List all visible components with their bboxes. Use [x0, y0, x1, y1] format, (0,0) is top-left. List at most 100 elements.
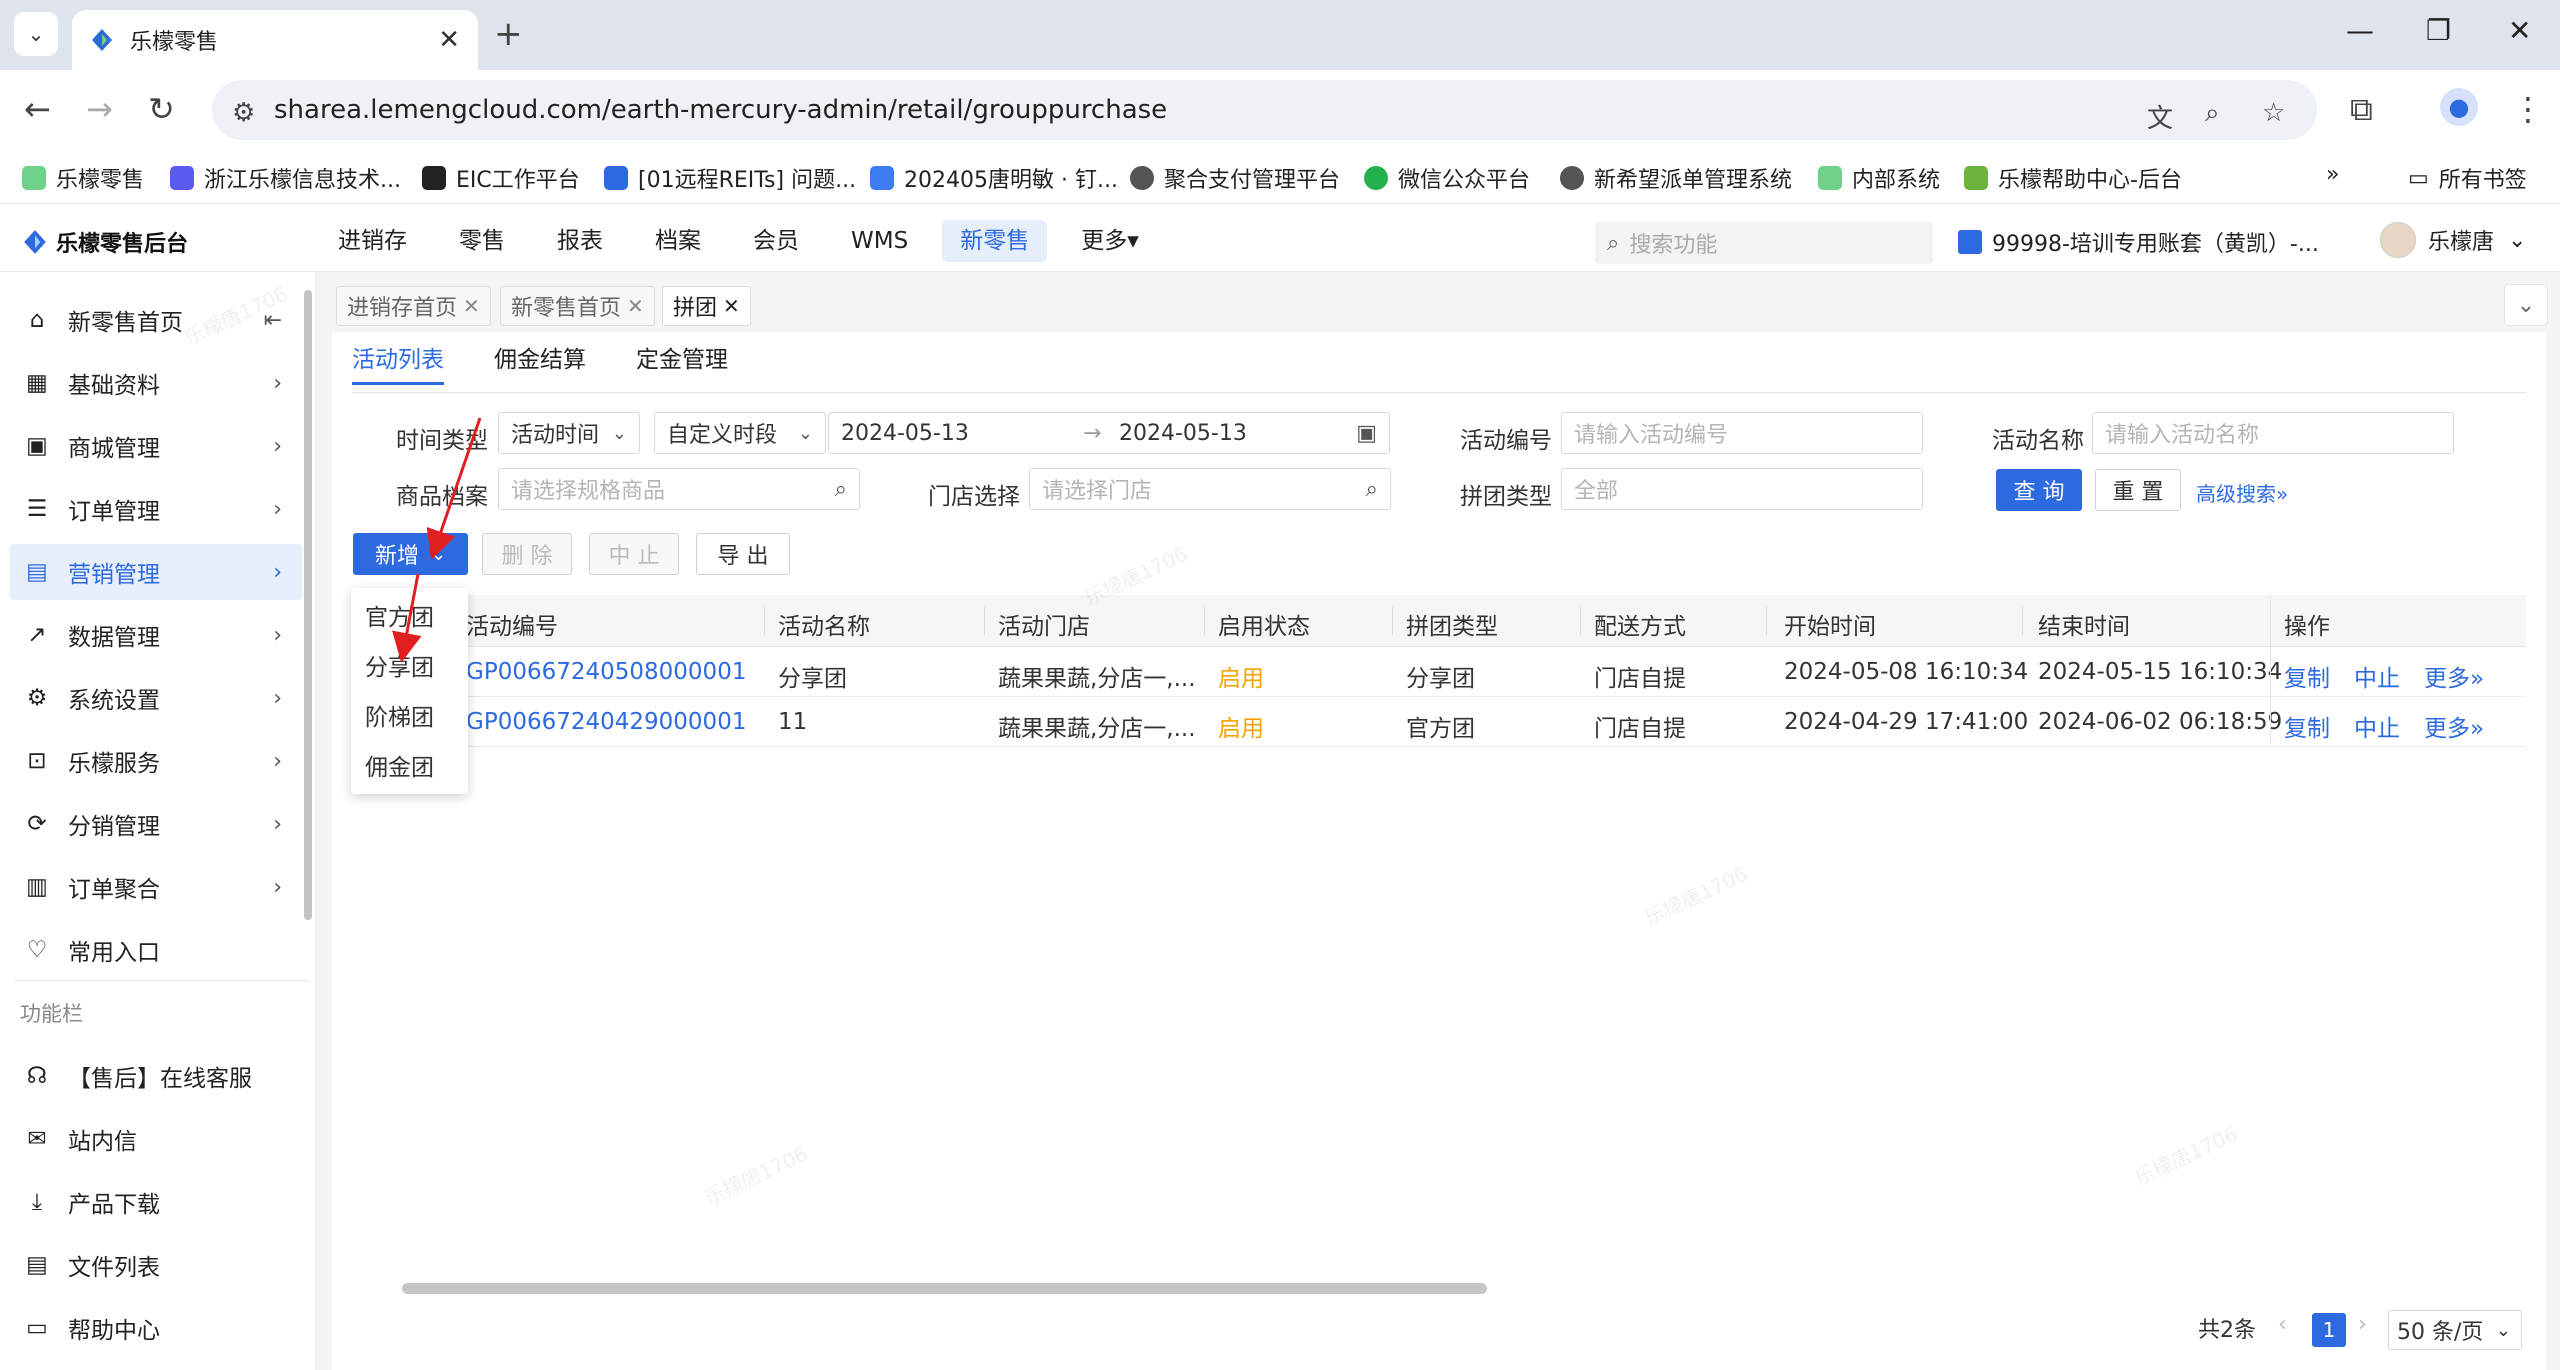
copy-link[interactable]: 复制 [2284, 659, 2330, 693]
tab-search-button[interactable]: ⌄ [14, 12, 58, 56]
bookmark-item[interactable]: EIC工作平台 [422, 162, 580, 194]
sidebar-scrollbar[interactable] [304, 290, 312, 920]
collapse-sidebar-icon[interactable]: ⇤ [264, 308, 282, 333]
tab-activity-list[interactable]: 活动列表 [352, 340, 444, 385]
bookmark-item[interactable]: 浙江乐檬信息技术... [170, 162, 401, 194]
table-row[interactable]: GP00667240429000001 11 蔬果果蔬,分店一,... 启用 官… [466, 697, 2526, 747]
all-bookmarks-button[interactable]: ▭ 所有书签 [2408, 162, 2527, 194]
sidebar-item-favorites[interactable]: ♡ 常用入口 [10, 922, 302, 978]
page-size-select[interactable]: 50 条/页 ⌄ [2388, 1310, 2522, 1350]
period-select[interactable]: 自定义时段 ⌄ [654, 412, 826, 454]
add-button[interactable]: 新增 ⌄ [353, 533, 468, 575]
activity-name-input[interactable]: 请输入活动名称 [2092, 412, 2454, 454]
more-link[interactable]: 更多» [2424, 659, 2484, 693]
stop-button[interactable]: 中 止 [589, 533, 679, 575]
extensions-icon[interactable]: ⧉ [2350, 90, 2373, 129]
window-close-icon[interactable]: ✕ [2508, 14, 2531, 47]
tab-deposit[interactable]: 定金管理 [636, 340, 728, 385]
menu-item-share-group[interactable]: 分享团 [365, 648, 434, 682]
restore-icon[interactable]: ❐ [2426, 14, 2451, 47]
back-icon[interactable]: ← [24, 90, 51, 128]
more-link[interactable]: 更多» [2424, 709, 2484, 743]
sidebar-item-distribution[interactable]: ⟳ 分销管理 › [10, 796, 302, 852]
sidebar-tool-support[interactable]: ☊ 【售后】在线客服 [10, 1048, 302, 1104]
advanced-search-link[interactable]: 高级搜索» [2196, 478, 2288, 507]
reset-button[interactable]: 重 置 [2095, 469, 2181, 511]
bookmark-item[interactable]: [01远程REITs] 问题... [604, 162, 856, 194]
user-menu[interactable]: 乐檬唐 ⌄ [2380, 222, 2526, 258]
sidebar-item-orders[interactable]: ☰ 订单管理 › [10, 481, 302, 537]
tag-group-purchase[interactable]: 拼团 ✕ [662, 286, 751, 326]
bookmark-item[interactable]: 新希望派单管理系统 [1560, 162, 1792, 194]
nav-report[interactable]: 报表 [539, 220, 621, 262]
bookmark-item[interactable]: 乐檬帮助中心-后台 [1964, 162, 2182, 194]
sidebar-tool-files[interactable]: ▤ 文件列表 [10, 1237, 302, 1293]
menu-item-tiered-group[interactable]: 阶梯团 [365, 698, 434, 732]
stop-link[interactable]: 中止 [2354, 659, 2400, 693]
zoom-icon[interactable]: ⌕ [2205, 98, 2220, 129]
bookmark-item[interactable]: 聚合支付管理平台 [1130, 162, 1340, 194]
sidebar-tool-download[interactable]: ⤓ 产品下载 [10, 1174, 302, 1230]
sidebar-item-settings[interactable]: ⚙ 系统设置 › [10, 670, 302, 726]
close-icon[interactable]: ✕ [627, 294, 644, 318]
menu-dots-icon[interactable]: ⋮ [2512, 90, 2544, 128]
bookmark-item[interactable]: 202405唐明敏 · 钉... [870, 162, 1118, 194]
tab-commission[interactable]: 佣金结算 [494, 340, 586, 385]
stop-link[interactable]: 中止 [2354, 709, 2400, 743]
activity-no-input[interactable]: 请输入活动编号 [1561, 412, 1923, 454]
delete-button[interactable]: 删 除 [482, 533, 572, 575]
bookmark-star-icon[interactable]: ☆ [2262, 98, 2285, 128]
address-bar[interactable]: ⚙ sharea.lemengcloud.com/earth-mercury-a… [212, 80, 2317, 140]
sidebar-item-marketing[interactable]: ▤ 营销管理 › [10, 544, 302, 600]
sidebar-item-basic[interactable]: ▦ 基础资料 › [10, 355, 302, 411]
account-selector[interactable]: 99998-培训专用账套（黄凯）-... [1958, 226, 2319, 258]
site-info-icon[interactable]: ⚙ [232, 98, 255, 128]
close-tab-icon[interactable]: ✕ [438, 25, 460, 55]
sidebar-item-home[interactable]: ⌂ 新零售首页 ⇤ [10, 292, 302, 348]
time-type-select[interactable]: 活动时间 ⌄ [498, 412, 640, 454]
query-button[interactable]: 查 询 [1996, 469, 2082, 511]
function-search-input[interactable]: ⌕ 搜索功能 [1595, 222, 1933, 264]
tags-dropdown-button[interactable]: ⌄ [2504, 284, 2548, 326]
browser-tab[interactable]: 乐檬零售 ✕ [72, 10, 478, 70]
nav-retail[interactable]: 零售 [441, 220, 523, 262]
translate-icon[interactable]: 文 [2147, 98, 2173, 135]
nav-member[interactable]: 会员 [735, 220, 817, 262]
group-type-select[interactable]: 全部 [1561, 468, 1923, 510]
activity-no-link[interactable]: GP00667240429000001 [466, 709, 746, 735]
bookmark-item[interactable]: 乐檬零售 [22, 162, 144, 194]
new-tab-button[interactable]: + [494, 14, 523, 54]
more-bookmarks-button[interactable]: » [2326, 162, 2339, 187]
minimize-icon[interactable]: — [2346, 14, 2374, 47]
export-button[interactable]: 导 出 [696, 533, 790, 575]
date-range-picker[interactable]: 2024-05-13 → 2024-05-13 ▣ [828, 412, 1390, 454]
brand[interactable]: 乐檬零售后台 [22, 226, 188, 258]
bookmark-item[interactable]: 内部系统 [1818, 162, 1940, 194]
menu-item-commission-group[interactable]: 佣金团 [365, 748, 434, 782]
profile-icon[interactable]: ● [2440, 88, 2478, 126]
copy-link[interactable]: 复制 [2284, 709, 2330, 743]
nav-new-retail[interactable]: 新零售 [942, 220, 1048, 262]
activity-no-link[interactable]: GP00667240508000001 [466, 659, 746, 685]
store-select[interactable]: 请选择门店 ⌕ [1029, 468, 1391, 510]
sidebar-item-mall[interactable]: ▣ 商城管理 › [10, 418, 302, 474]
tag-new-retail-home[interactable]: 新零售首页 ✕ [500, 286, 655, 326]
forward-icon[interactable]: → [86, 90, 113, 128]
table-row[interactable]: GP00667240508000001 分享团 蔬果果蔬,分店一,... 启用 … [466, 647, 2526, 697]
nav-wms[interactable]: WMS [833, 220, 926, 262]
prev-page-icon[interactable]: ‹ [2278, 1312, 2287, 1337]
close-icon[interactable]: ✕ [463, 294, 480, 318]
nav-jxc[interactable]: 进销存 [320, 220, 425, 262]
close-icon[interactable]: ✕ [723, 294, 740, 318]
sidebar-item-data[interactable]: ↗ 数据管理 › [10, 607, 302, 663]
sidebar-tool-messages[interactable]: ✉ 站内信 [10, 1111, 302, 1167]
nav-archive[interactable]: 档案 [637, 220, 719, 262]
sidebar-item-service[interactable]: ⊡ 乐檬服务 › [10, 733, 302, 789]
sidebar-tool-help[interactable]: ▭ 帮助中心 [10, 1300, 302, 1356]
menu-item-official-group[interactable]: 官方团 [365, 598, 434, 632]
nav-more[interactable]: 更多▾ [1063, 220, 1157, 262]
product-select[interactable]: 请选择规格商品 ⌕ [498, 468, 860, 510]
sidebar-item-order-aggregate[interactable]: ▥ 订单聚合 › [10, 859, 302, 915]
reload-icon[interactable]: ↻ [148, 90, 175, 128]
tag-jxc-home[interactable]: 进销存首页 ✕ [336, 286, 491, 326]
